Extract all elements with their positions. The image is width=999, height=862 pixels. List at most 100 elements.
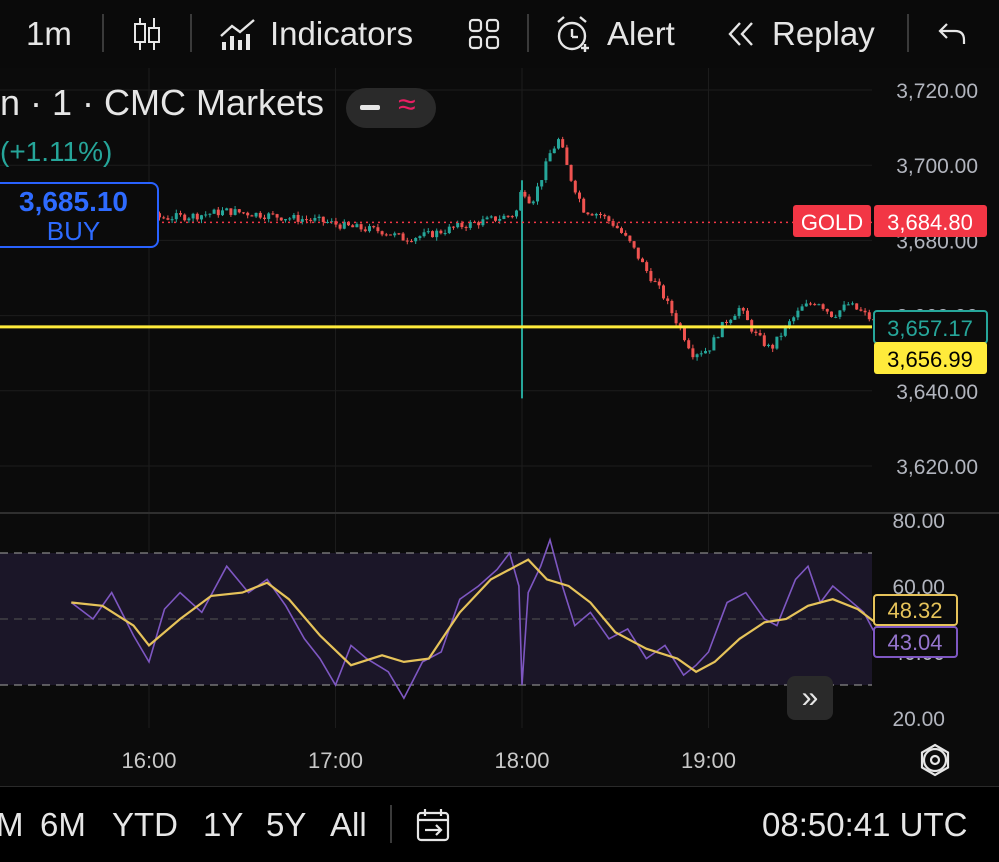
undo-button[interactable] (937, 0, 967, 68)
candle (615, 222, 619, 229)
buy-label: BUY (46, 216, 101, 246)
toolbar-divider (907, 14, 909, 52)
candle (535, 182, 539, 205)
wave-icon[interactable]: ≈ (398, 86, 416, 123)
candle (388, 234, 392, 236)
range-button-m[interactable]: M (0, 787, 24, 862)
gear-icon[interactable] (920, 743, 950, 777)
candle (342, 219, 346, 230)
alarm-clock-icon (557, 16, 589, 52)
replay-button[interactable]: Replay (724, 0, 875, 68)
candle (359, 223, 363, 232)
candle (313, 214, 317, 223)
range-button-5y[interactable]: 5Y (266, 787, 306, 862)
range-button-6m[interactable]: 6M (40, 787, 86, 862)
candle (540, 180, 544, 190)
candle (279, 217, 283, 222)
candle (859, 307, 863, 312)
rsi-ma-badge: 48.32 (873, 594, 958, 626)
candle (741, 306, 745, 314)
candle (850, 301, 854, 306)
time-tick-label: 16:00 (121, 748, 176, 773)
candle (384, 232, 388, 237)
candle (552, 146, 556, 154)
legend-controls[interactable]: ≈ (346, 86, 436, 128)
rsi-tick-label: 80.00 (892, 510, 945, 533)
candle (594, 212, 598, 219)
alert-button[interactable]: Alert (553, 0, 675, 68)
candle (800, 304, 804, 311)
range-button-1y[interactable]: 1Y (203, 787, 243, 862)
clock[interactable]: 08:50:41 UTC (762, 787, 967, 862)
candle (703, 347, 707, 354)
candle (712, 334, 716, 351)
candle (636, 247, 640, 261)
price-tick-label: 3,720.00 (896, 80, 978, 103)
candle (691, 344, 695, 360)
candles-type-button[interactable] (132, 0, 162, 68)
chart-area[interactable]: 3,720.003,700.003,680.003,660.003,640.00… (0, 68, 999, 786)
interval-button[interactable]: 1m (26, 0, 72, 68)
candle (758, 329, 762, 337)
candle (838, 310, 842, 320)
scroll-to-realtime-button[interactable]: » (787, 676, 833, 720)
candle (842, 301, 846, 312)
double-chevron-right-icon: » (801, 681, 819, 714)
symbol-title[interactable]: n · 1 · CMC Markets (0, 82, 324, 124)
candle (674, 310, 678, 326)
toolbar-divider (190, 14, 192, 52)
buy-price: 3,685.10 (19, 186, 128, 217)
candle (380, 230, 384, 237)
candle (813, 302, 817, 306)
rsi-ma-value: 48.32 (887, 598, 942, 623)
candle (481, 215, 485, 227)
candle (351, 224, 355, 228)
candle (435, 228, 439, 241)
top-toolbar: 1m Indicators Alert Replay (0, 0, 999, 69)
candle (166, 215, 170, 221)
indicators-button[interactable]: Indicators (218, 0, 413, 68)
range-button-ytd[interactable]: YTD (112, 787, 178, 862)
candle (506, 215, 510, 218)
candle (477, 220, 481, 229)
candle (523, 190, 527, 199)
candle (241, 212, 245, 215)
candle (321, 216, 325, 226)
candle (170, 216, 174, 224)
candle (867, 309, 871, 322)
candle (174, 209, 178, 223)
candle (577, 190, 581, 203)
candle (405, 237, 409, 245)
candle (573, 179, 577, 195)
go-to-date-button[interactable] (415, 787, 451, 862)
candle (233, 205, 237, 216)
candle (292, 212, 296, 221)
candle (183, 213, 187, 222)
candle (296, 211, 300, 225)
candle (821, 303, 825, 311)
candle (544, 158, 548, 183)
buy-button[interactable]: 3,685.10 BUY (0, 182, 159, 248)
candle (208, 213, 212, 218)
candle (447, 223, 451, 235)
candle (548, 149, 552, 162)
candle (225, 207, 229, 211)
candle (220, 207, 224, 217)
minus-icon[interactable] (360, 105, 380, 110)
chart-canvas[interactable]: 3,720.003,700.003,680.003,660.003,640.00… (0, 68, 999, 786)
candles (69, 136, 880, 399)
candle (309, 218, 313, 224)
candle (401, 232, 405, 241)
candle (846, 301, 850, 306)
time-tick-label: 18:00 (494, 748, 549, 773)
candle (733, 314, 737, 320)
candle (716, 336, 720, 339)
candle (855, 303, 859, 310)
candle (502, 213, 506, 220)
range-button-all[interactable]: All (330, 787, 367, 862)
toolbar-divider (527, 14, 529, 52)
candle (817, 303, 821, 306)
candle (229, 208, 233, 217)
layouts-button[interactable] (467, 0, 501, 68)
candle (666, 295, 670, 305)
